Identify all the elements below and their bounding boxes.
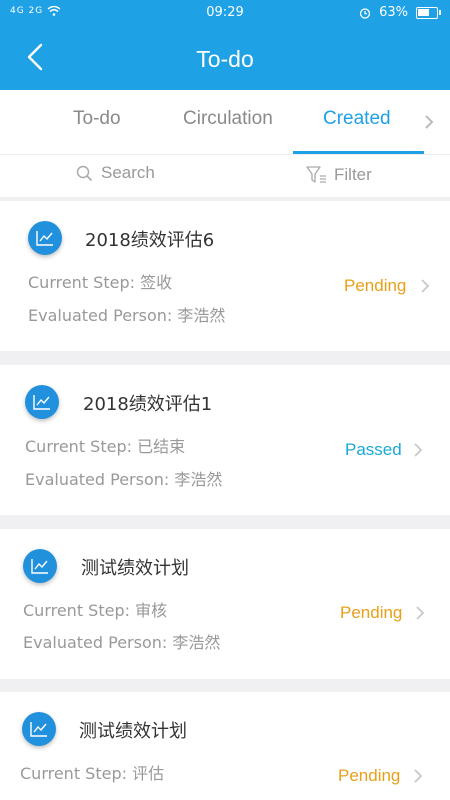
search-label: Search bbox=[101, 163, 155, 182]
tab-bar: To-do Circulation Created bbox=[0, 90, 450, 154]
evaluated-person-label: Evaluated Person: bbox=[23, 633, 168, 652]
current-step-label: Current Step: bbox=[28, 273, 135, 292]
chevron-right-icon bbox=[413, 768, 423, 784]
current-step-label: Current Step: bbox=[23, 601, 130, 620]
current-step-row: Current Step: 审核 bbox=[23, 597, 167, 621]
battery-percent: 63% bbox=[379, 5, 408, 20]
chevron-right-icon bbox=[425, 115, 434, 129]
search-button[interactable]: Search bbox=[76, 163, 155, 183]
evaluated-person-row: Evaluated Person: 李浩然 bbox=[23, 629, 220, 653]
battery-icon bbox=[416, 6, 441, 19]
status-bar: 4G 2G 09:29 63% bbox=[0, 0, 450, 26]
filter-icon bbox=[306, 166, 326, 183]
current-step-value: 已结束 bbox=[137, 437, 186, 456]
search-filter-bar: Search Filter bbox=[0, 154, 450, 197]
battery-fill bbox=[418, 8, 429, 16]
chevron-right-icon bbox=[415, 605, 425, 621]
status-badge: Pending bbox=[344, 276, 407, 295]
chart-trend-icon bbox=[28, 221, 62, 255]
item-title: 2018绩效评估1 bbox=[83, 394, 213, 415]
status-badge: Pending bbox=[340, 603, 403, 622]
item-title: 测试绩效计划 bbox=[81, 558, 189, 579]
list-item[interactable]: 2018绩效评估1 Current Step: 已结束 Evaluated Pe… bbox=[0, 365, 450, 515]
search-icon bbox=[76, 165, 93, 181]
current-step-label: Current Step: bbox=[25, 437, 132, 456]
chevron-right-icon bbox=[420, 278, 430, 294]
chart-trend-icon bbox=[23, 549, 57, 583]
evaluated-person-label: Evaluated Person: bbox=[25, 470, 170, 489]
list-item[interactable]: 2018绩效评估6 Current Step: 签收 Evaluated Per… bbox=[0, 201, 450, 351]
evaluated-person-value: 李浩然 bbox=[172, 633, 221, 652]
current-step-row: Current Step: 评估 bbox=[20, 760, 164, 784]
list-item[interactable]: 测试绩效计划 Current Step: 审核 Evaluated Person… bbox=[0, 529, 450, 679]
current-step-label: Current Step: bbox=[20, 764, 127, 783]
filter-button[interactable]: Filter bbox=[306, 165, 372, 185]
alarm-icon bbox=[359, 7, 371, 19]
chart-trend-icon bbox=[25, 385, 59, 419]
evaluated-person-label: Evaluated Person: bbox=[28, 306, 173, 325]
page-title: To-do bbox=[196, 46, 254, 72]
evaluated-person-row: Evaluated Person: 李浩然 bbox=[25, 466, 222, 490]
chevron-right-icon bbox=[413, 442, 423, 458]
status-badge: Passed bbox=[345, 440, 402, 459]
tab-circulation[interactable]: Circulation bbox=[183, 108, 273, 130]
tabs-scroll-right-button[interactable] bbox=[423, 114, 435, 130]
evaluated-person-value: 李浩然 bbox=[177, 306, 226, 325]
tab-todo[interactable]: To-do bbox=[73, 108, 121, 130]
tab-created[interactable]: Created bbox=[323, 108, 391, 130]
filter-label: Filter bbox=[334, 165, 372, 184]
item-title: 2018绩效评估6 bbox=[85, 230, 215, 251]
app-header: 4G 2G 09:29 63% To-do bbox=[0, 0, 450, 90]
status-badge: Pending bbox=[338, 766, 401, 785]
current-step-value: 审核 bbox=[135, 601, 168, 620]
current-step-row: Current Step: 已结束 bbox=[25, 433, 185, 457]
chart-trend-icon bbox=[22, 712, 56, 746]
evaluated-person-row: Evaluated Person: 李浩然 bbox=[28, 302, 225, 326]
item-title: 测试绩效计划 bbox=[79, 721, 187, 742]
evaluated-person-value: 李浩然 bbox=[174, 470, 223, 489]
current-step-value: 评估 bbox=[132, 764, 165, 783]
current-step-value: 签收 bbox=[140, 273, 173, 292]
current-step-row: Current Step: 签收 bbox=[28, 269, 172, 293]
status-right: 63% bbox=[359, 5, 441, 20]
list-item[interactable]: 测试绩效计划 Current Step: 评估 Pending bbox=[0, 692, 450, 800]
